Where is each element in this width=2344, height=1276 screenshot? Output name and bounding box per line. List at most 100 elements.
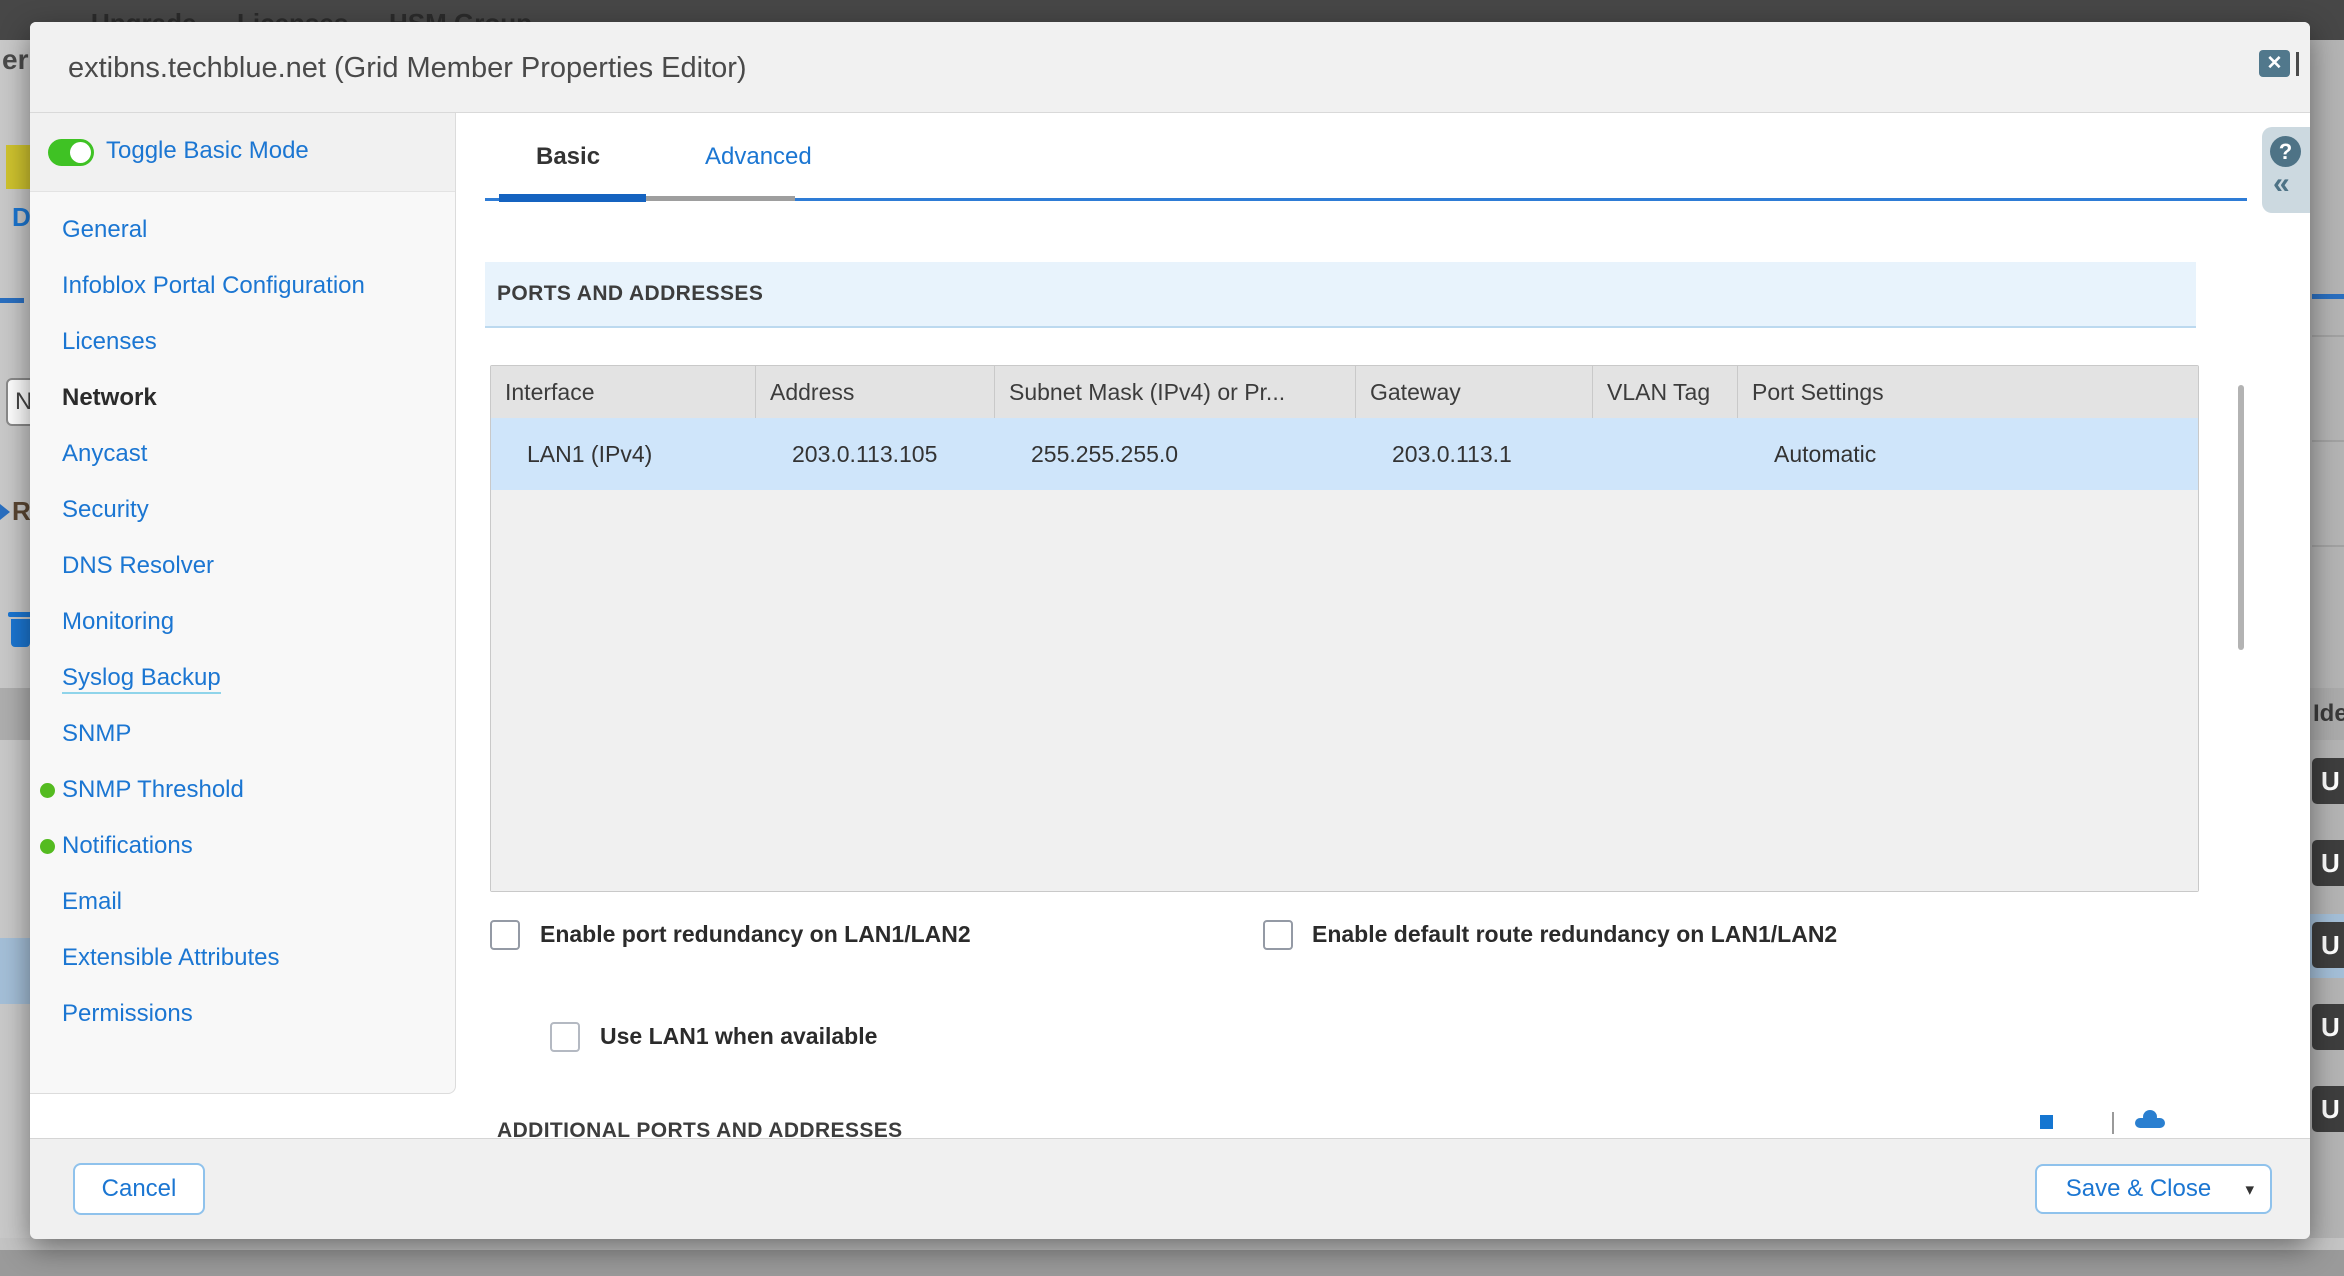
sidebar-item-label: Licenses bbox=[62, 328, 157, 355]
checkbox-use-lan1-label[interactable]: Use LAN1 when available bbox=[600, 1023, 877, 1050]
sidebar-item-label: SNMP bbox=[62, 720, 131, 747]
background-link-fragment: D bbox=[12, 202, 31, 233]
background-arrow-icon bbox=[0, 504, 10, 520]
add-icon[interactable] bbox=[2040, 1115, 2053, 1129]
checkbox-port-redundancy[interactable] bbox=[490, 920, 520, 950]
trash-icon bbox=[8, 612, 32, 617]
ports-table: Interface Address Subnet Mask (IPv4) or … bbox=[490, 365, 2199, 892]
save-and-close-button[interactable]: Save & Close ▾ bbox=[2035, 1164, 2272, 1214]
dialog-footer: Cancel Save & Close ▾ bbox=[30, 1138, 2310, 1239]
background-row-divider bbox=[2312, 335, 2344, 337]
checkbox-default-route-redundancy-label[interactable]: Enable default route redundancy on LAN1/… bbox=[1312, 921, 1837, 948]
modified-dot-icon bbox=[40, 839, 55, 854]
sidebar-item-label: General bbox=[62, 216, 147, 243]
cancel-button[interactable]: Cancel bbox=[73, 1163, 205, 1215]
background-bottom-bar bbox=[0, 1250, 2344, 1276]
background-yellow-block bbox=[6, 145, 32, 189]
save-and-close-label: Save & Close bbox=[2066, 1175, 2211, 1202]
background-blue-line-left bbox=[0, 298, 24, 303]
tab-basic[interactable]: Basic bbox=[536, 143, 600, 171]
column-header-subnet-mask[interactable]: Subnet Mask (IPv4) or Pr... bbox=[995, 366, 1356, 418]
cell-vlan-tag bbox=[1593, 418, 1738, 490]
close-icon[interactable]: ✕ bbox=[2259, 50, 2290, 77]
background-row-button[interactable]: U bbox=[2312, 922, 2344, 968]
column-header-gateway[interactable]: Gateway bbox=[1356, 366, 1593, 418]
dialog-title: extibns.techblue.net (Grid Member Proper… bbox=[68, 52, 747, 85]
sidebar-item-infoblox-portal-configuration[interactable]: Infoblox Portal Configuration bbox=[30, 258, 455, 314]
checkbox-default-route-redundancy[interactable] bbox=[1263, 920, 1293, 950]
background-text-fragment: er bbox=[2, 44, 28, 76]
sidebar-item-general[interactable]: General bbox=[30, 202, 455, 258]
screen: { "background": { "top_tabs": [ {"label"… bbox=[0, 0, 2344, 1276]
toggle-knob bbox=[70, 142, 91, 163]
background-table-header-left bbox=[0, 688, 30, 740]
column-header-port-settings[interactable]: Port Settings bbox=[1738, 366, 2198, 418]
toggle-basic-mode-label[interactable]: Toggle Basic Mode bbox=[106, 137, 309, 165]
background-row-divider bbox=[2312, 440, 2344, 442]
sidebar-item-email[interactable]: Email bbox=[30, 874, 455, 930]
column-header-vlan-tag[interactable]: VLAN Tag bbox=[1593, 366, 1738, 418]
background-row-button[interactable]: U bbox=[2312, 840, 2344, 886]
background-breadcrumb-fragment: R bbox=[12, 496, 31, 527]
column-header-interface[interactable]: Interface bbox=[491, 366, 756, 418]
help-panel: ? « bbox=[2262, 127, 2310, 213]
trash-icon-body bbox=[11, 619, 30, 647]
sidebar-item-label: Infoblox Portal Configuration bbox=[62, 272, 365, 299]
additional-ports-header-clipped: ADDITIONAL PORTS AND ADDRESSES bbox=[485, 1119, 2196, 1138]
sidebar-item-syslog-backup[interactable]: Syslog Backup bbox=[30, 650, 455, 706]
column-header-address[interactable]: Address bbox=[756, 366, 995, 418]
ports-table-header-row: Interface Address Subnet Mask (IPv4) or … bbox=[491, 366, 2198, 418]
help-icon[interactable]: ? bbox=[2270, 136, 2301, 167]
modified-dot-icon bbox=[40, 783, 55, 798]
sidebar-item-label: SNMP Threshold bbox=[62, 776, 244, 803]
sidebar-item-dns-resolver[interactable]: DNS Resolver bbox=[30, 538, 455, 594]
sidebar-item-label: Syslog Backup bbox=[62, 664, 221, 694]
background-row-button[interactable]: U bbox=[2312, 1004, 2344, 1050]
sidebar-item-label: Security bbox=[62, 496, 149, 523]
checkbox-port-redundancy-label[interactable]: Enable port redundancy on LAN1/LAN2 bbox=[540, 921, 971, 948]
toolbar-divider bbox=[2112, 1112, 2114, 1134]
sidebar-item-label: Network bbox=[62, 384, 157, 411]
background-selected-row-left bbox=[0, 938, 30, 1004]
sidebar-item-label: Anycast bbox=[62, 440, 147, 467]
sidebar-item-snmp[interactable]: SNMP bbox=[30, 706, 455, 762]
sidebar-items: General Infoblox Portal Configuration Li… bbox=[30, 191, 455, 1042]
sidebar-item-snmp-threshold[interactable]: SNMP Threshold bbox=[30, 762, 455, 818]
sidebar-item-extensible-attributes[interactable]: Extensible Attributes bbox=[30, 930, 455, 986]
sidebar-item-label: Extensible Attributes bbox=[62, 944, 279, 971]
sidebar-item-label: Permissions bbox=[62, 1000, 193, 1027]
cloud-icon[interactable] bbox=[2135, 1108, 2167, 1130]
sidebar-item-security[interactable]: Security bbox=[30, 482, 455, 538]
sidebar-item-anycast[interactable]: Anycast bbox=[30, 426, 455, 482]
dropdown-caret-icon[interactable]: ▾ bbox=[2245, 1166, 2254, 1214]
content-scrollbar-thumb[interactable] bbox=[2238, 385, 2244, 650]
sidebar-item-label: Monitoring bbox=[62, 608, 174, 635]
sidebar-item-label: DNS Resolver bbox=[62, 552, 214, 579]
sidebar-item-network[interactable]: Network bbox=[30, 370, 455, 426]
section-title: ADDITIONAL PORTS AND ADDRESSES bbox=[497, 1119, 903, 1138]
sidebar-item-monitoring[interactable]: Monitoring bbox=[30, 594, 455, 650]
collapse-chevrons-icon[interactable]: « bbox=[2273, 167, 2290, 201]
tab-advanced[interactable]: Advanced bbox=[705, 143, 812, 171]
inactive-tab-indicator bbox=[646, 196, 795, 201]
sidebar-item-label: Notifications bbox=[62, 832, 193, 859]
toggle-basic-mode-row: Toggle Basic Mode bbox=[30, 113, 455, 192]
active-tab-indicator bbox=[499, 194, 646, 202]
sidebar-item-label: Email bbox=[62, 888, 122, 915]
background-row-button[interactable]: U bbox=[2312, 1086, 2344, 1132]
checkbox-use-lan1[interactable] bbox=[550, 1022, 580, 1052]
title-bar-divider bbox=[2296, 52, 2299, 76]
cell-subnet: 255.255.255.0 bbox=[995, 418, 1356, 490]
table-row-lan1[interactable]: LAN1 (IPv4) 203.0.113.105 255.255.255.0 … bbox=[491, 418, 2198, 490]
background-row-divider bbox=[2312, 545, 2344, 547]
basic-mode-toggle[interactable] bbox=[48, 139, 94, 166]
cloud-icon-bar bbox=[2135, 1118, 2165, 1128]
sidebar-item-notifications[interactable]: Notifications bbox=[30, 818, 455, 874]
cell-address: 203.0.113.105 bbox=[756, 418, 995, 490]
background-row-button[interactable]: U bbox=[2312, 758, 2344, 804]
sidebar-item-licenses[interactable]: Licenses bbox=[30, 314, 455, 370]
dialog-sidebar: Toggle Basic Mode General Infoblox Porta… bbox=[30, 113, 456, 1094]
ports-and-addresses-header: PORTS AND ADDRESSES bbox=[485, 262, 2196, 328]
grid-member-properties-dialog: extibns.techblue.net (Grid Member Proper… bbox=[30, 22, 2310, 1238]
sidebar-item-permissions[interactable]: Permissions bbox=[30, 986, 455, 1042]
